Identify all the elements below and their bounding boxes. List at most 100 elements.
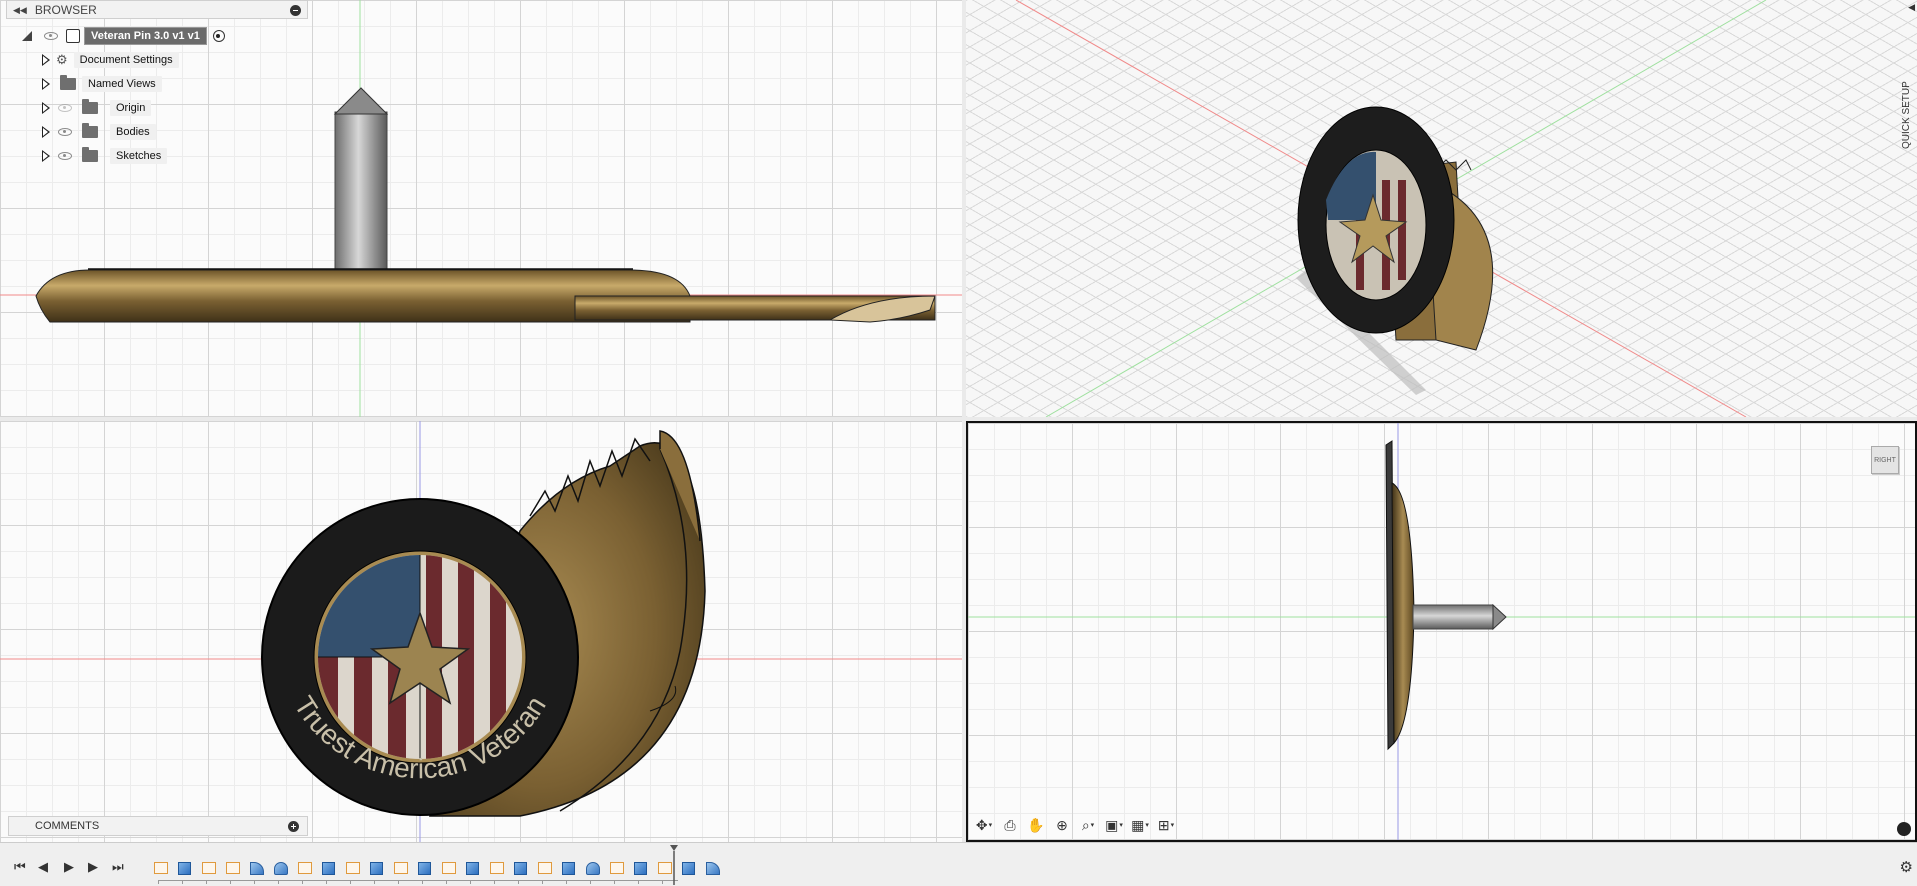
expanded-triangle-icon[interactable] xyxy=(22,31,32,41)
expand-triangle-icon[interactable] xyxy=(42,150,50,162)
folder-icon xyxy=(82,123,98,138)
tree-item-sketches[interactable]: Sketches xyxy=(42,147,168,165)
tree-item-label: Named Views xyxy=(82,76,162,92)
tree-item-origin[interactable]: Origin xyxy=(42,99,152,117)
pan-icon[interactable]: ✋ xyxy=(1025,815,1047,835)
timeline-feature-sketch[interactable] xyxy=(606,859,627,877)
timeline-feature-extrude[interactable] xyxy=(678,859,699,877)
timeline-marker[interactable] xyxy=(670,845,678,885)
timeline-feature-sketch[interactable] xyxy=(222,859,243,877)
viewcube-face-label: RIGHT xyxy=(1874,456,1896,464)
orbit-icon[interactable]: ✥ ▾ xyxy=(973,815,995,835)
viewport-right[interactable]: RIGHT ✥ ▾ ⎙ ✋ ⊕ ⌕ ▾ ▣ ▾ ▦ ▾ ⊞ ▾ xyxy=(966,421,1917,842)
expand-triangle-icon[interactable] xyxy=(42,78,50,90)
timeline-feature-sketch[interactable] xyxy=(438,859,459,877)
extrude-icon xyxy=(178,861,191,875)
visibility-eye-icon[interactable] xyxy=(44,32,58,40)
viewport-top[interactable]: Truest American Veteran xyxy=(0,421,962,842)
timeline-feature-sketch[interactable] xyxy=(342,859,363,877)
timeline-feature-sketch[interactable] xyxy=(150,859,171,877)
sketch-icon xyxy=(609,862,624,874)
timeline-feature-sketch[interactable] xyxy=(198,859,219,877)
revolve-icon xyxy=(585,861,600,875)
visibility-eye-icon[interactable] xyxy=(58,128,72,136)
folder-icon xyxy=(60,75,76,90)
folder-icon xyxy=(82,147,98,162)
timeline-feature-fillet[interactable] xyxy=(702,859,723,877)
top-view-model: Truest American Veteran xyxy=(0,421,962,842)
quick-setup-tab[interactable]: QUICK SETUP xyxy=(1901,70,1917,160)
help-icon[interactable] xyxy=(1897,822,1911,836)
look-at-icon[interactable]: ⎙ xyxy=(999,815,1021,835)
play-icon[interactable]: ▶ xyxy=(64,859,74,875)
add-comment-icon[interactable] xyxy=(288,820,299,832)
timeline-feature-extrude[interactable] xyxy=(630,859,651,877)
tree-root[interactable]: Veteran Pin 3.0 v1 v1 xyxy=(22,27,225,45)
expand-triangle-icon[interactable] xyxy=(42,126,50,138)
browser-panel: ◀◀ BROWSER xyxy=(6,0,308,19)
timeline-feature-extrude[interactable] xyxy=(318,859,339,877)
expand-triangle-icon[interactable] xyxy=(42,54,50,66)
timeline-feature-sketch[interactable] xyxy=(390,859,411,877)
timeline-feature-sketch[interactable] xyxy=(534,859,555,877)
viewport-iso[interactable]: QUICK SETUP ◀ xyxy=(966,0,1917,417)
sketch-icon xyxy=(201,862,216,874)
revolve-icon xyxy=(273,861,288,875)
comments-title: COMMENTS xyxy=(35,820,100,832)
tree-item-label: Sketches xyxy=(110,148,168,164)
timeline-feature-fillet[interactable] xyxy=(246,859,267,877)
skip-to-start-icon[interactable]: ⏮ xyxy=(14,859,26,875)
timeline-feature-extrude[interactable] xyxy=(558,859,579,877)
step-forward-icon[interactable]: ▶ xyxy=(88,859,98,875)
tree-item-named-views[interactable]: Named Views xyxy=(42,75,162,93)
collapse-panel-icon[interactable]: ◀◀ xyxy=(13,5,27,16)
root-component-label[interactable]: Veteran Pin 3.0 v1 v1 xyxy=(84,27,207,45)
timeline-feature-extrude[interactable] xyxy=(462,859,483,877)
navigation-toolbar: ✥ ▾ ⎙ ✋ ⊕ ⌕ ▾ ▣ ▾ ▦ ▾ ⊞ ▾ xyxy=(973,815,1177,835)
timeline-feature-sketch[interactable] xyxy=(486,859,507,877)
timeline-settings-gear-icon[interactable]: ⚙ xyxy=(1900,858,1913,876)
sketch-icon xyxy=(393,862,408,874)
timeline-feature-extrude[interactable] xyxy=(510,859,531,877)
sketch-icon xyxy=(153,862,168,874)
extrude-icon xyxy=(634,861,647,875)
timeline-ruler xyxy=(158,880,678,884)
visibility-eye-icon[interactable] xyxy=(58,152,72,160)
timeline-feature-extrude[interactable] xyxy=(174,859,195,877)
activate-radio-icon[interactable] xyxy=(212,30,225,42)
timeline-features xyxy=(150,859,723,877)
step-back-icon[interactable]: ◀ xyxy=(38,859,48,875)
tree-item-bodies[interactable]: Bodies xyxy=(42,123,156,141)
sketch-icon xyxy=(489,862,504,874)
expand-triangle-icon[interactable] xyxy=(42,102,50,114)
folder-icon xyxy=(82,99,98,114)
timeline-feature-extrude[interactable] xyxy=(414,859,435,877)
hidden-eye-icon[interactable] xyxy=(58,104,72,112)
fit-icon[interactable]: ⌕ ▾ xyxy=(1077,815,1099,835)
expand-arrow-icon[interactable]: ◀ xyxy=(1908,2,1915,13)
gear-icon: ⚙ xyxy=(56,52,68,67)
timeline-feature-sketch[interactable] xyxy=(294,859,315,877)
extrude-icon xyxy=(370,861,383,875)
display-settings-icon[interactable]: ▣ ▾ xyxy=(1103,815,1125,835)
minimize-panel-icon[interactable] xyxy=(290,4,301,16)
timeline-feature-extrude[interactable] xyxy=(366,859,387,877)
browser-header: ◀◀ BROWSER xyxy=(7,1,307,19)
skip-to-end-icon[interactable]: ⏭ xyxy=(112,859,124,875)
timeline-feature-revolve[interactable] xyxy=(582,859,603,877)
iso-view-model xyxy=(1015,0,1767,417)
viewcube[interactable]: RIGHT xyxy=(1871,446,1899,474)
extrude-icon xyxy=(682,861,695,875)
timeline-feature-revolve[interactable] xyxy=(270,859,291,877)
extrude-icon xyxy=(322,861,335,875)
browser-title: BROWSER xyxy=(34,3,97,17)
tree-item-document-settings[interactable]: ⚙ Document Settings xyxy=(42,51,179,69)
extrude-icon xyxy=(514,861,527,875)
grid-settings-icon[interactable]: ▦ ▾ xyxy=(1129,815,1151,835)
right-view-model xyxy=(968,423,1915,840)
viewports-icon[interactable]: ⊞ ▾ xyxy=(1155,815,1177,835)
extrude-icon xyxy=(418,861,431,875)
zoom-icon[interactable]: ⊕ xyxy=(1051,815,1073,835)
sketch-icon xyxy=(345,862,360,874)
viewport-front[interactable]: ◀◀ BROWSER Veteran Pin 3.0 v1 v1 ⚙ Docum… xyxy=(0,0,962,417)
